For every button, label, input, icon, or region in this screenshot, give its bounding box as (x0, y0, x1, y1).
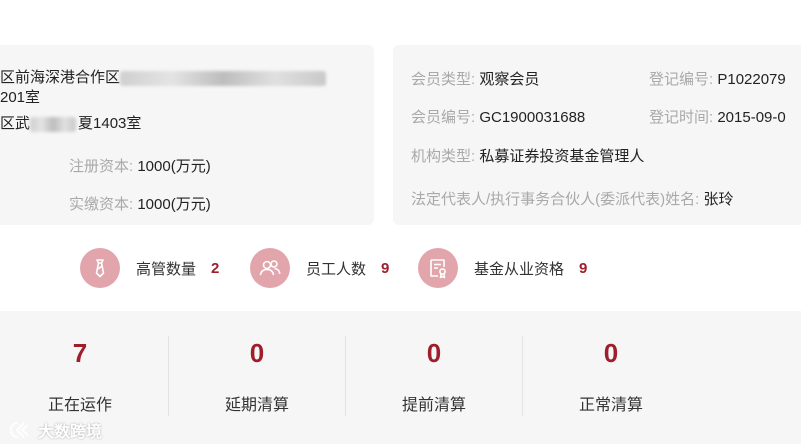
stat-qualifications-value: 9 (579, 259, 588, 277)
registration-time-value: 2015-09-0 (717, 109, 786, 126)
status-delayed-count: 0 (249, 338, 265, 368)
status-operating-label: 正在运作 (47, 397, 112, 414)
address-line-1-text: 区前海深港合作区 (0, 69, 121, 86)
stat-executives[interactable]: 高管数量 2 (80, 247, 219, 289)
stat-qualifications[interactable]: 基金从业资格 9 (418, 247, 587, 289)
organization-type: 机构类型: 私募证券投资基金管理人 (411, 145, 644, 166)
registered-capital-label: 注册资本: (69, 158, 134, 175)
stat-qualifications-label: 基金从业资格 (474, 260, 565, 278)
registration-card: 区前海深港合作区 201室 区武 夏1403室 注册资本: 1000(万元) 实缴… (0, 45, 374, 225)
product-status-panel: 7 正在运作 0 延期清算 0 提前清算 0 正常清算 (0, 311, 801, 444)
stat-executives-value: 2 (211, 259, 220, 277)
member-type-label: 会员类型: (411, 71, 476, 88)
paid-capital: 实缴资本: 1000(万元) (69, 193, 211, 214)
legal-representative-value: 张玲 (703, 191, 734, 208)
status-normal-liquidation[interactable]: 0 正常清算 (523, 311, 699, 444)
people-icon (250, 248, 290, 288)
registration-number: 登记编号: P1022079 (649, 68, 786, 89)
legal-representative: 法定代表人/执行事务合伙人(委派代表)姓名: 张玲 (411, 188, 734, 209)
watermark-logo-icon (9, 422, 29, 438)
organization-type-value: 私募证券投资基金管理人 (479, 148, 645, 165)
member-type-value: 观察会员 (479, 71, 540, 88)
registration-time: 登记时间: 2015-09-0 (649, 106, 786, 127)
redacted-blur (30, 116, 77, 132)
status-early-count: 0 (426, 338, 442, 368)
status-normal-count: 0 (603, 338, 619, 368)
office-address-end: 夏1403室 (78, 115, 142, 132)
registration-number-value: P1022079 (717, 71, 786, 88)
status-early-liquidation[interactable]: 0 提前清算 (346, 311, 522, 444)
stat-employees[interactable]: 员工人数 9 (250, 247, 389, 289)
stat-executives-label: 高管数量 (136, 260, 197, 278)
status-delayed-liquidation[interactable]: 0 延期清算 (169, 311, 345, 444)
status-normal-label: 正常清算 (578, 397, 643, 414)
registration-time-label: 登记时间: (649, 109, 714, 126)
watermark: 大数跨境 (8, 418, 102, 442)
member-number-value: GC1900031688 (479, 109, 586, 126)
stat-employees-value: 9 (381, 259, 390, 277)
registration-number-label: 登记编号: (649, 71, 714, 88)
legal-representative-label: 法定代表人/执行事务合伙人(委派代表)姓名: (411, 191, 700, 208)
status-early-label: 提前清算 (401, 397, 466, 414)
address-line-1: 区前海深港合作区 (0, 68, 327, 88)
tie-icon (80, 248, 120, 288)
member-type: 会员类型: 观察会员 (411, 68, 539, 89)
status-operating-count: 7 (72, 338, 88, 368)
stat-employees-label: 员工人数 (306, 260, 367, 278)
status-delayed-label: 延期清算 (224, 397, 289, 414)
redacted-blur (120, 70, 327, 86)
watermark-text: 大数跨境 (38, 424, 103, 441)
member-number: 会员编号: GC1900031688 (411, 106, 585, 127)
registered-capital: 注册资本: 1000(万元) (69, 155, 211, 176)
address-line-2: 201室 (0, 89, 41, 106)
office-address-start: 区武 (0, 115, 31, 132)
organization-type-label: 机构类型: (411, 148, 476, 165)
fund-manager-profile: 区前海深港合作区 201室 区武 夏1403室 注册资本: 1000(万元) 实缴… (0, 0, 801, 444)
paid-capital-label: 实缴资本: (69, 196, 134, 213)
registered-capital-value: 1000(万元) (137, 158, 211, 175)
member-info-card: 会员类型: 观察会员 登记编号: P1022079 会员编号: GC190003… (393, 45, 801, 225)
certificate-icon (418, 248, 458, 288)
member-number-label: 会员编号: (411, 109, 476, 126)
office-address: 区武 夏1403室 (0, 114, 141, 134)
paid-capital-value: 1000(万元) (137, 196, 211, 213)
